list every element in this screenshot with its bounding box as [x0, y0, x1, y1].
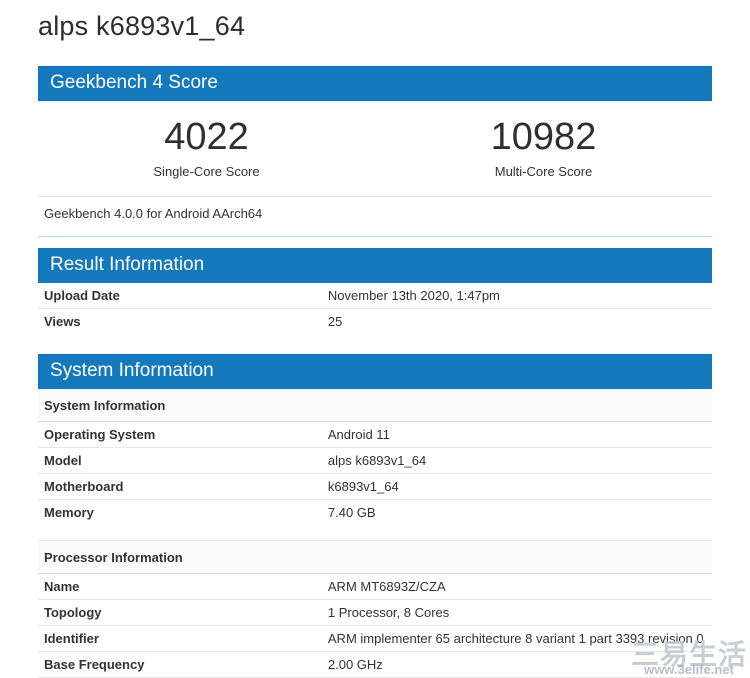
table-row: Model alps k6893v1_64 [38, 447, 712, 473]
row-label: Views [44, 314, 81, 329]
single-core-score-value: 4022 [164, 116, 249, 158]
single-core-score-label: Single-Core Score [153, 164, 260, 179]
row-value: 25 [327, 314, 343, 329]
geekbench-version-footer: Geekbench 4.0.0 for Android AArch64 [38, 196, 712, 237]
table-row: Identifier ARM implementer 65 architectu… [38, 625, 712, 651]
row-value: alps k6893v1_64 [327, 453, 427, 468]
multi-core-score-label: Multi-Core Score [494, 164, 593, 179]
table-row: Name ARM MT6893Z/CZA [38, 574, 712, 599]
page-container: alps k6893v1_64 Geekbench 4 Score 4022 S… [38, 11, 712, 678]
row-label: Base Frequency [44, 657, 145, 672]
multi-core-score-block: 10982 Multi-Core Score [375, 114, 712, 179]
result-info-panel: Result Information Upload Date November … [38, 248, 712, 334]
table-row: Motherboard k6893v1_64 [38, 473, 712, 499]
table-row: Views 25 [38, 308, 712, 334]
system-info-table: Operating System Android 11 Model alps k… [38, 422, 712, 525]
row-label: Operating System [44, 427, 156, 442]
result-info-header: Result Information [38, 248, 712, 283]
row-value: Android 11 [327, 427, 390, 442]
score-summary: 4022 Single-Core Score 10982 Multi-Core … [38, 101, 712, 196]
row-value: k6893v1_64 [327, 479, 399, 494]
score-panel: Geekbench 4 Score 4022 Single-Core Score… [38, 66, 712, 237]
processor-info-table: Name ARM MT6893Z/CZA Topology 1 Processo… [38, 574, 712, 678]
table-row: Operating System Android 11 [38, 422, 712, 447]
table-row: Memory 7.40 GB [38, 499, 712, 525]
row-value: ARM implementer 65 architecture 8 varian… [327, 631, 704, 646]
system-info-group: System Information Operating System Andr… [38, 389, 712, 525]
score-panel-header: Geekbench 4 Score [38, 66, 712, 101]
row-value: 1 Processor, 8 Cores [327, 605, 450, 620]
table-row: Upload Date November 13th 2020, 1:47pm [38, 283, 712, 308]
table-row: Topology 1 Processor, 8 Cores [38, 599, 712, 625]
system-info-panel: System Information System Information Op… [38, 354, 712, 678]
row-value: ARM MT6893Z/CZA [327, 579, 446, 594]
system-info-header: System Information [38, 354, 712, 389]
row-label: Identifier [44, 631, 99, 646]
single-core-score-block: 4022 Single-Core Score [38, 114, 375, 179]
processor-info-group: Processor Information Name ARM MT6893Z/C… [38, 540, 712, 678]
result-info-table: Upload Date November 13th 2020, 1:47pm V… [38, 283, 712, 334]
multi-core-score-value: 10982 [490, 116, 597, 158]
page-title: alps k6893v1_64 [38, 11, 246, 41]
row-label: Name [44, 579, 80, 594]
row-value: 2.00 GHz [327, 657, 383, 672]
row-label: Motherboard [44, 479, 124, 494]
row-label: Topology [44, 605, 102, 620]
row-label: Upload Date [44, 288, 120, 303]
processor-info-subheader: Processor Information [38, 540, 712, 574]
row-value: November 13th 2020, 1:47pm [327, 288, 500, 303]
row-label: Model [44, 453, 82, 468]
row-label: Memory [44, 505, 94, 520]
system-info-subheader: System Information [38, 389, 712, 422]
row-value: 7.40 GB [327, 505, 376, 520]
table-row: Base Frequency 2.00 GHz [38, 651, 712, 678]
